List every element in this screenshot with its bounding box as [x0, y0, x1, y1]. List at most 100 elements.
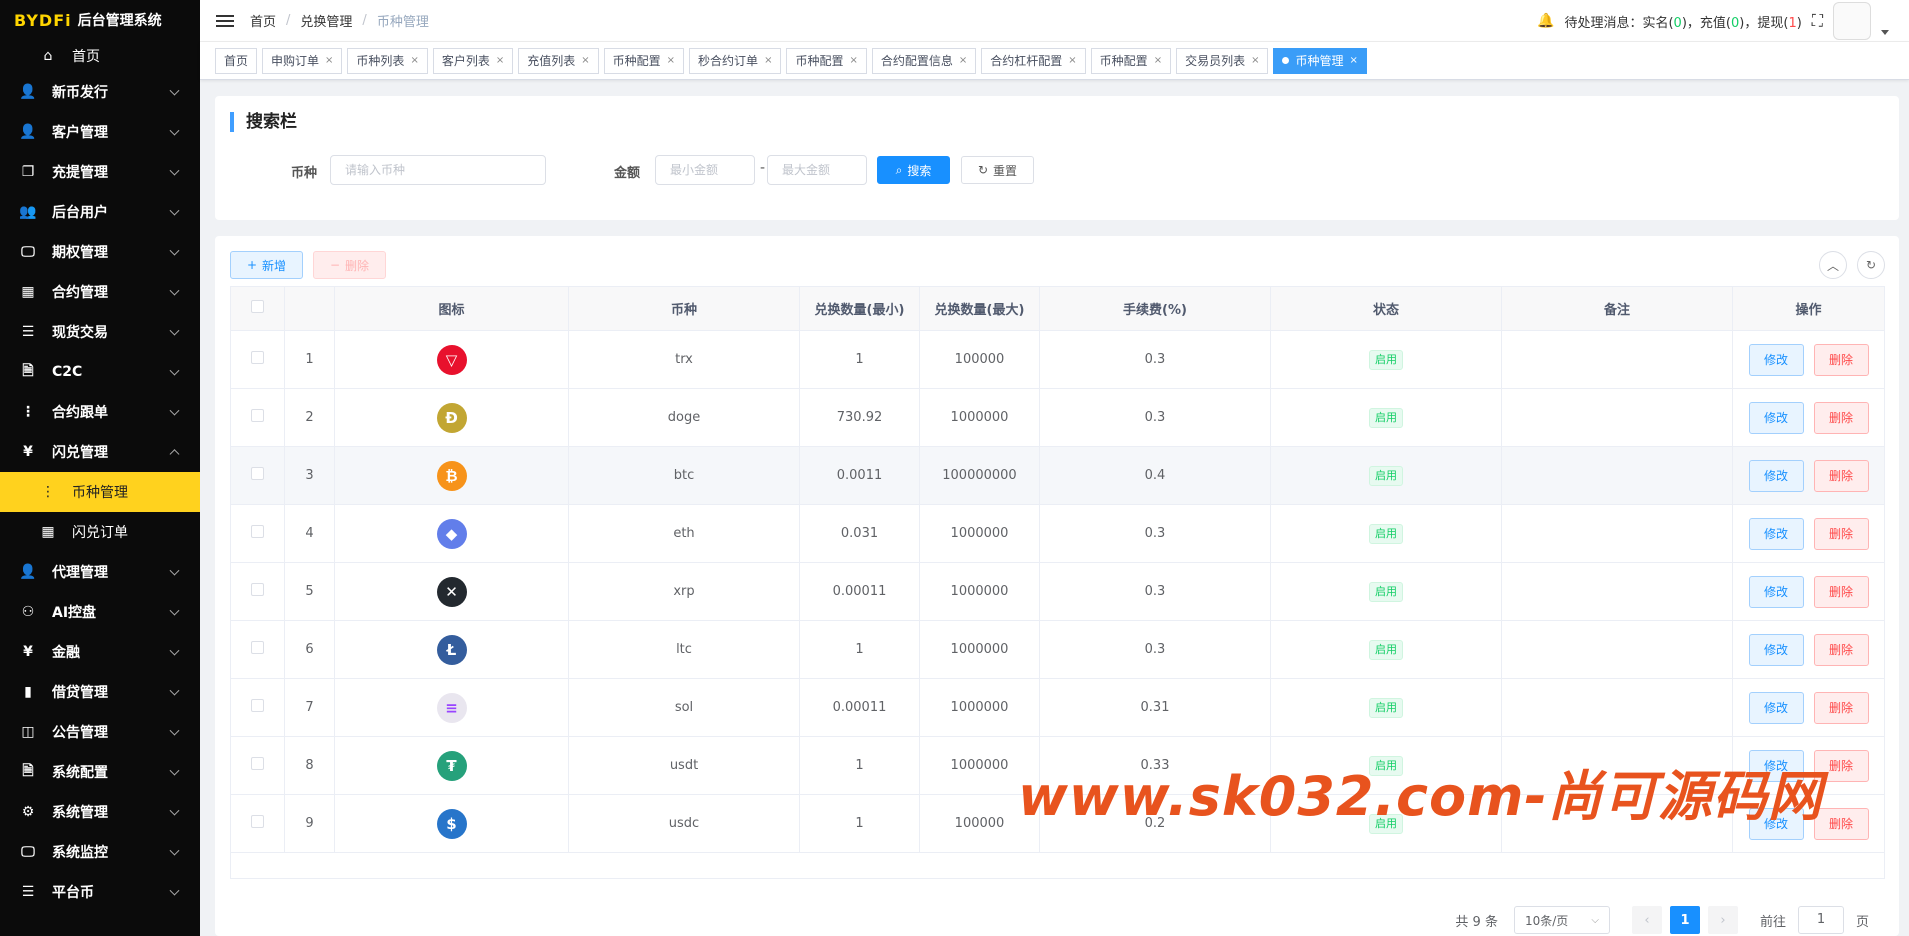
breadcrumb-item[interactable]: 首页: [250, 11, 276, 30]
table-row[interactable]: 1 ▽ trx 1 100000 0.3 启用 修改 删除: [230, 330, 1885, 389]
row-checkbox[interactable]: [251, 583, 264, 596]
sidebar-item[interactable]: 👥 后台用户: [0, 192, 200, 232]
delete-button[interactable]: 删除: [1813, 633, 1869, 666]
coin-input[interactable]: 请输入币种: [330, 155, 546, 185]
row-select-cell[interactable]: [230, 330, 285, 389]
close-icon[interactable]: ×: [496, 49, 504, 73]
row-select-cell[interactable]: [230, 446, 285, 505]
table-row[interactable]: 7 ≡ sol 0.00011 1000000 0.31 启用 修改 删除: [230, 678, 1885, 737]
min-amount-input[interactable]: 最小金额: [655, 155, 755, 185]
tab-11[interactable]: 交易员列表 ×: [1176, 47, 1269, 74]
row-select-cell[interactable]: [230, 794, 285, 853]
sidebar-item[interactable]: 🗎 C2C: [0, 352, 200, 392]
edit-button[interactable]: 修改: [1748, 459, 1804, 492]
edit-button[interactable]: 修改: [1748, 517, 1804, 550]
batch-delete-button[interactable]: − 删除: [313, 251, 386, 279]
delete-button[interactable]: 删除: [1813, 343, 1869, 376]
avatar[interactable]: [1833, 2, 1871, 40]
sidebar-item[interactable]: 🖵 系统监控: [0, 832, 200, 872]
row-checkbox[interactable]: [251, 525, 264, 538]
collapse-search-button[interactable]: ︿: [1819, 251, 1847, 279]
page-size-select[interactable]: 10条/页 ⌵: [1513, 906, 1610, 934]
reset-button[interactable]: ↻ 重置: [961, 156, 1034, 184]
refresh-button[interactable]: ↻: [1857, 251, 1885, 279]
sidebar-item[interactable]: ▮ 借贷管理: [0, 672, 200, 712]
fullscreen-icon[interactable]: ⛶: [1812, 11, 1823, 31]
tab-12[interactable]: 币种管理 ×: [1273, 47, 1367, 74]
close-icon[interactable]: ×: [1154, 49, 1162, 73]
row-select-cell[interactable]: [230, 678, 285, 737]
table-row[interactable]: 6 Łltc 1 1000000 0.3 启用 修改 删除: [230, 620, 1885, 679]
caret-down-icon[interactable]: [1881, 29, 1889, 35]
hamburger-icon[interactable]: [216, 12, 234, 30]
prev-page-button[interactable]: ‹: [1631, 906, 1662, 934]
sidebar-item[interactable]: ☰ 现货交易: [0, 312, 200, 352]
tab-1[interactable]: 申购订单 ×: [262, 47, 343, 74]
row-select-cell[interactable]: [230, 388, 285, 447]
sidebar-item[interactable]: ⋮ 合约跟单: [0, 392, 200, 432]
row-select-cell[interactable]: [230, 736, 285, 795]
add-button[interactable]: + 新增: [230, 251, 303, 279]
sidebar-item[interactable]: ⋮ 币种管理: [0, 472, 200, 512]
close-icon[interactable]: ×: [581, 49, 589, 73]
table-row[interactable]: 5 ✕ xrp 0.00011 1000000 0.3 启用 修改 删除: [230, 562, 1885, 621]
close-icon[interactable]: ×: [1350, 49, 1358, 73]
row-select-cell[interactable]: [230, 620, 285, 679]
close-icon[interactable]: ×: [1068, 49, 1076, 73]
sidebar-item[interactable]: ¥ 闪兑管理: [0, 432, 200, 472]
next-page-button[interactable]: ›: [1707, 906, 1738, 934]
sidebar-item[interactable]: 👤 代理管理: [0, 552, 200, 592]
sidebar-item[interactable]: ▦ 闪兑订单: [0, 512, 200, 552]
row-checkbox[interactable]: [251, 757, 264, 770]
delete-button[interactable]: 删除: [1813, 459, 1869, 492]
row-checkbox[interactable]: [251, 815, 264, 828]
select-all-header[interactable]: [230, 286, 285, 331]
edit-button[interactable]: 修改: [1748, 633, 1804, 666]
tab-7[interactable]: 币种配置 ×: [786, 47, 867, 74]
sidebar-item[interactable]: ❐ 充提管理: [0, 152, 200, 192]
goto-page-input[interactable]: 1: [1797, 906, 1844, 934]
delete-button[interactable]: 删除: [1813, 575, 1869, 608]
row-checkbox[interactable]: [251, 351, 264, 364]
row-checkbox[interactable]: [251, 467, 264, 480]
sidebar-item[interactable]: ¥ 金融: [0, 632, 200, 672]
table-row[interactable]: 4 ◆ eth 0.031 1000000 0.3 启用 修改 删除: [230, 504, 1885, 563]
row-checkbox[interactable]: [251, 641, 264, 654]
select-all-checkbox[interactable]: [251, 300, 264, 313]
tab-10[interactable]: 币种配置 ×: [1090, 47, 1172, 74]
notice-summary[interactable]: 待处理消息：实名(0)，充值(0)，提现(1): [1564, 12, 1801, 31]
close-icon[interactable]: ×: [410, 49, 418, 73]
table-row[interactable]: 2 Ðdoge 730.92 1000000 0.3 启用 修改 删除: [230, 388, 1885, 447]
sidebar-item[interactable]: 🗎 系统配置: [0, 752, 200, 792]
tab-5[interactable]: 币种配置 ×: [603, 47, 685, 74]
delete-button[interactable]: 删除: [1813, 517, 1869, 550]
edit-button[interactable]: 修改: [1748, 401, 1804, 434]
close-icon[interactable]: ×: [325, 49, 333, 73]
sidebar-item[interactable]: ⚙ 系统管理: [0, 792, 200, 832]
breadcrumb-item[interactable]: 兑换管理: [300, 11, 352, 30]
page-number[interactable]: 1: [1669, 906, 1700, 934]
edit-button[interactable]: 修改: [1748, 343, 1804, 376]
tab-6[interactable]: 秒合约订单 ×: [689, 47, 782, 74]
tab-8[interactable]: 合约配置信息 ×: [871, 47, 977, 74]
edit-button[interactable]: 修改: [1748, 575, 1804, 608]
tab-9[interactable]: 合约杠杆配置 ×: [981, 47, 1086, 74]
search-button[interactable]: ⌕ 搜索: [877, 156, 950, 184]
delete-button[interactable]: 删除: [1813, 401, 1869, 434]
delete-button[interactable]: 删除: [1813, 691, 1869, 724]
close-icon[interactable]: ×: [1251, 49, 1259, 73]
close-icon[interactable]: ×: [849, 49, 857, 73]
sidebar-item[interactable]: 🖵 期权管理: [0, 232, 200, 272]
row-checkbox[interactable]: [251, 699, 264, 712]
close-icon[interactable]: ×: [667, 49, 675, 73]
sidebar-item[interactable]: ⌂ 首页: [0, 40, 200, 72]
row-select-cell[interactable]: [230, 504, 285, 563]
close-icon[interactable]: ×: [959, 49, 967, 73]
tab-3[interactable]: 客户列表 ×: [432, 47, 514, 74]
row-checkbox[interactable]: [251, 409, 264, 422]
close-icon[interactable]: ×: [764, 49, 772, 73]
sidebar-item[interactable]: ☰ 平台币: [0, 872, 200, 912]
tab-2[interactable]: 币种列表 ×: [347, 47, 428, 74]
sidebar-item[interactable]: ◫ 公告管理: [0, 712, 200, 752]
sidebar-item[interactable]: ⚇ AI控盘: [0, 592, 200, 632]
